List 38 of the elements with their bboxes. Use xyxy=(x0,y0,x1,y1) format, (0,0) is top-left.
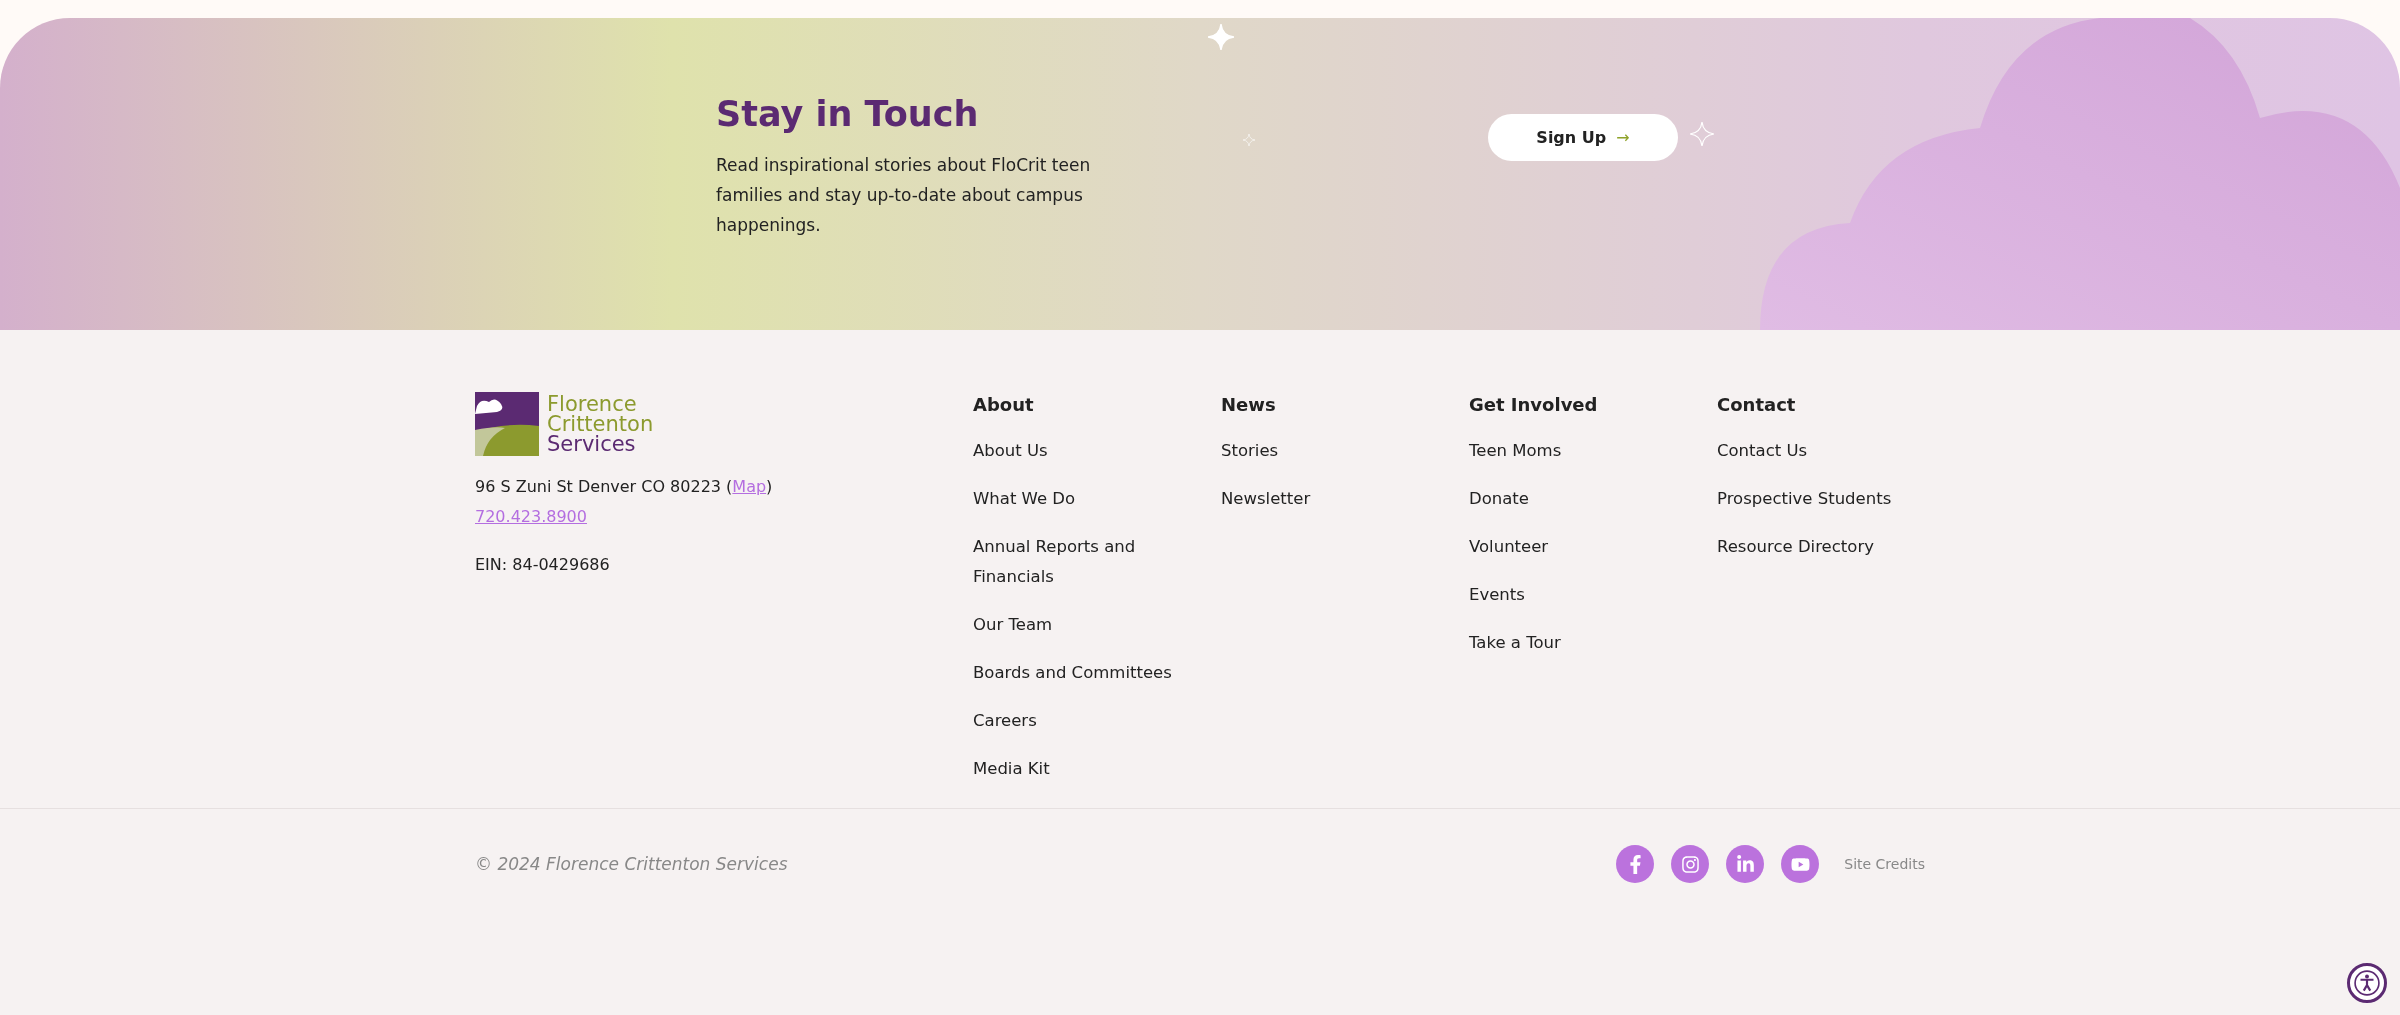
footer-link[interactable]: Our Team xyxy=(973,610,1053,640)
section-description: Read inspirational stories about FloCrit teen families and stay up-to-date about campus happenings. xyxy=(716,154,1092,237)
footer-link[interactable]: Boards and Committees xyxy=(973,658,1172,688)
sparkle-icon xyxy=(1208,24,1234,50)
footer-link[interactable]: Careers xyxy=(973,706,1037,736)
footer-link[interactable]: Newsletter xyxy=(1221,484,1311,514)
footer-link[interactable]: Events xyxy=(1469,580,1525,610)
footer-link[interactable]: Prospective Students xyxy=(1717,484,1892,514)
logo-text: Florence xyxy=(547,394,637,414)
footer-link[interactable]: About Us xyxy=(973,436,1048,466)
footer-link[interactable]: Resource Directory xyxy=(1717,532,1874,562)
footer-link[interactable]: Teen Moms xyxy=(1469,436,1562,466)
footer-link[interactable]: Donate xyxy=(1469,484,1529,514)
column-heading: News xyxy=(1221,393,1276,417)
footer-link[interactable]: What We Do xyxy=(973,484,1076,514)
sparkle-icon xyxy=(1243,134,1255,146)
address-text: 96 S Zuni St Denver CO 80223 (Map) xyxy=(475,476,774,498)
footer-link[interactable]: Take a Tour xyxy=(1469,628,1561,658)
youtube-icon[interactable] xyxy=(1781,845,1820,883)
logo-text: Crittenton xyxy=(547,414,654,434)
column-heading: Get Involved xyxy=(1469,393,1598,417)
copyright-text: © 2024 Florence Crittenton Services xyxy=(475,854,788,874)
footer-link[interactable]: Contact Us xyxy=(1717,436,1808,466)
column-heading: Contact xyxy=(1717,393,1796,417)
footer-link[interactable]: Volunteer xyxy=(1469,532,1549,562)
linkedin-icon[interactable] xyxy=(1726,845,1765,883)
section-title: Stay in Touch xyxy=(716,94,980,134)
footer-link[interactable]: Media Kit xyxy=(973,754,1050,784)
footer-link[interactable]: Stories xyxy=(1221,436,1279,466)
instagram-icon[interactable] xyxy=(1671,845,1710,883)
sign-up-button[interactable]: Sign Up → xyxy=(1488,114,1678,161)
facebook-icon[interactable] xyxy=(1616,845,1655,883)
column-heading: About xyxy=(973,393,1034,417)
footer-link[interactable]: Annual Reports and Financials xyxy=(973,532,1183,592)
logo-text: Services xyxy=(547,434,637,454)
logo-icon xyxy=(475,392,539,456)
ein-text: EIN: 84-0429686 xyxy=(475,554,611,576)
sparkle-icon xyxy=(1690,122,1714,146)
